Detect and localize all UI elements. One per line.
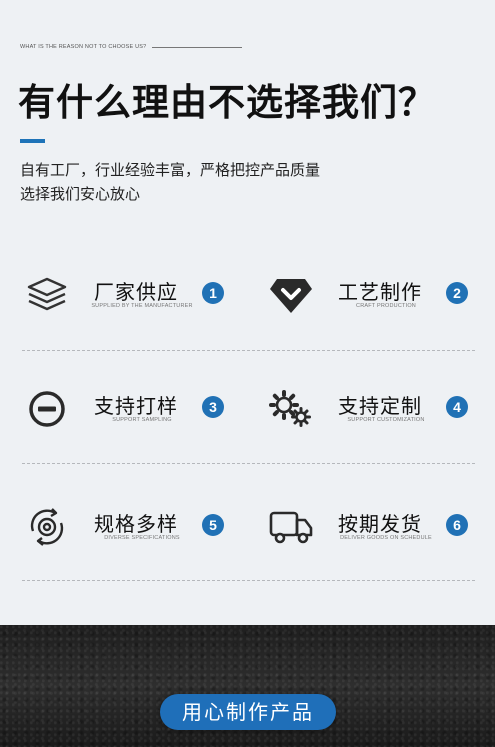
feature-title: 支持定制 [338, 394, 422, 418]
feature-subtitle: SUPPLIED BY THE MANUFACTURER [91, 303, 193, 309]
feature-subtitle: DELIVER GOODS ON SCHEDULE [340, 535, 432, 541]
cta-button[interactable]: 用心制作产品 [160, 694, 336, 730]
truck-icon [266, 502, 316, 552]
gears-icon [266, 384, 316, 434]
feature-support-customization: 支持定制 SUPPORT CUSTOMIZATION 4 [266, 384, 486, 434]
cycle-gear-icon [22, 502, 72, 552]
feature-subtitle: SUPPORT SAMPLING [112, 417, 172, 423]
feature-title: 厂家供应 [94, 280, 178, 304]
page-title: 有什么理由不选择我们？ [18, 81, 436, 124]
feature-title: 按期发货 [338, 512, 422, 536]
feature-number-badge: 1 [202, 282, 224, 304]
kicker-rule [152, 46, 243, 48]
description-line-1: 自有工厂，行业经验丰富，严格把控产品质量 [20, 161, 321, 179]
feature-deliver-on-schedule: 按期发货 DELIVER GOODS ON SCHEDULE 6 [266, 502, 486, 552]
description: 自有工厂，行业经验丰富，严格把控产品质量 选择我们安心放心 [20, 158, 320, 206]
feature-number-badge: 4 [446, 396, 468, 418]
feature-title: 工艺制作 [338, 280, 422, 304]
minus-circle-icon [22, 384, 72, 434]
reasons-section: WHAT IS THE REASON NOT TO CHOOSE US? 有什么… [0, 0, 495, 625]
page: WHAT IS THE REASON NOT TO CHOOSE US? 有什么… [0, 0, 495, 747]
feature-subtitle: DIVERSE SPECIFICATIONS [104, 535, 180, 541]
feature-number-badge: 3 [202, 396, 224, 418]
feature-craft-production: 工艺制作 CRAFT PRODUCTION 2 [266, 270, 486, 320]
feature-subtitle: CRAFT PRODUCTION [356, 303, 416, 309]
row-divider [22, 580, 475, 581]
feature-support-sampling: 支持打样 SUPPORT SAMPLING 3 [22, 384, 242, 434]
diamond-icon [266, 270, 316, 320]
row-divider [22, 463, 475, 464]
feature-number-badge: 2 [446, 282, 468, 304]
description-line-2: 选择我们安心放心 [20, 185, 141, 203]
feature-number-badge: 5 [202, 514, 224, 536]
layers-icon [22, 270, 72, 320]
kicker-row: WHAT IS THE REASON NOT TO CHOOSE US? [20, 44, 243, 50]
feature-subtitle: SUPPORT CUSTOMIZATION [347, 417, 425, 423]
title-accent-bar [20, 139, 45, 143]
feature-title: 规格多样 [94, 512, 178, 536]
feature-title: 支持打样 [94, 394, 178, 418]
kicker-text: WHAT IS THE REASON NOT TO CHOOSE US? [20, 44, 147, 50]
feature-number-badge: 6 [446, 514, 468, 536]
row-divider [22, 350, 475, 351]
feature-supplied-by-manufacturer: 厂家供应 SUPPLIED BY THE MANUFACTURER 1 [22, 270, 242, 320]
feature-diverse-specifications: 规格多样 DIVERSE SPECIFICATIONS 5 [22, 502, 242, 552]
